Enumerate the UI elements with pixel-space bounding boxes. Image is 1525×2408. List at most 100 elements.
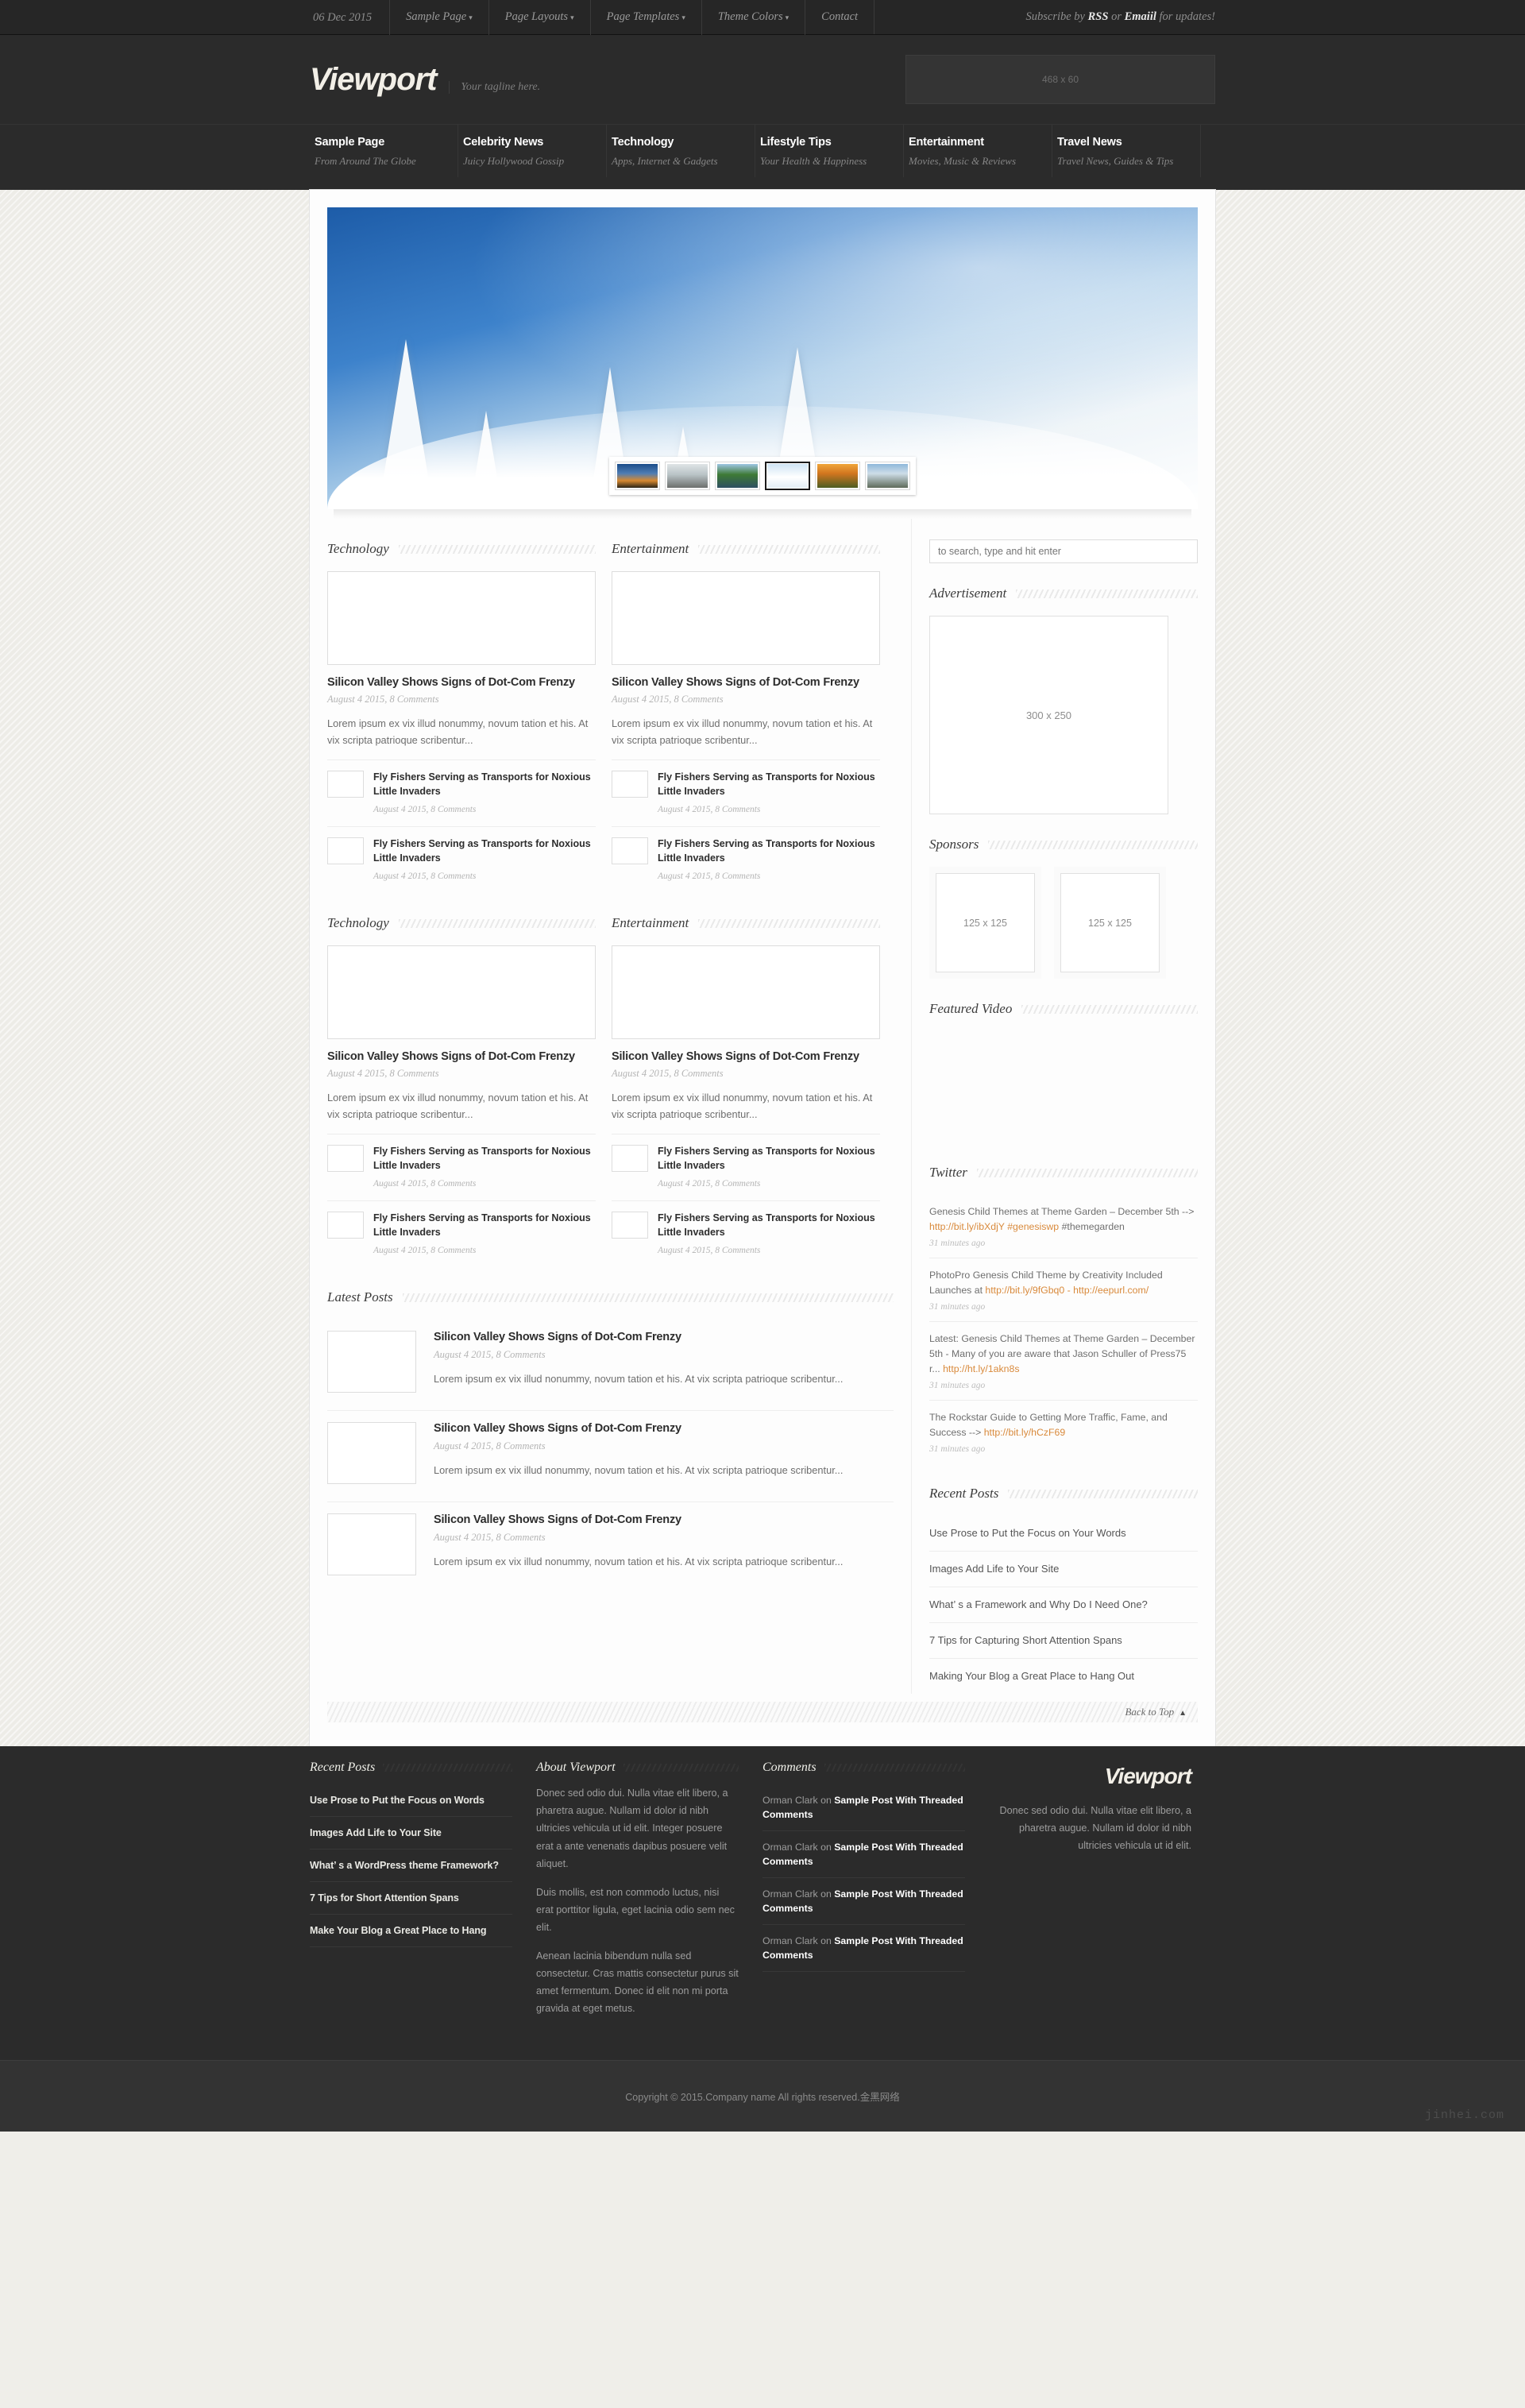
top-menu-item-0[interactable]: Sample Page ▾ [390, 0, 489, 35]
section-title: Technology [327, 541, 389, 556]
section-header: Technology [327, 915, 596, 931]
recent-post-link[interactable]: What’ s a Framework and Why Do I Need On… [929, 1598, 1148, 1610]
footer-recent-link[interactable]: What’ s a WordPress theme Framework? [310, 1860, 499, 1871]
latest-posts-header: Latest Posts [327, 1289, 894, 1305]
tweet-link[interactable]: http://bit.ly/hCzF69 [984, 1427, 1066, 1438]
title-rule [976, 1168, 1198, 1177]
header-banner-ad[interactable]: 468 x 60 [905, 55, 1215, 104]
recent-post-link[interactable]: Making Your Blog a Great Place to Hang O… [929, 1670, 1134, 1682]
mini-post-title[interactable]: Fly Fishers Serving as Transports for No… [658, 1145, 880, 1173]
footer-logo[interactable]: Viewport [989, 1764, 1192, 1789]
nav-item-sample-page[interactable]: Sample Page From Around The Globe [310, 125, 458, 177]
feature-thumbnail[interactable] [327, 571, 596, 665]
top-menu-item-1[interactable]: Page Layouts ▾ [489, 0, 591, 35]
nav-item-travel-news[interactable]: Travel News Travel News, Guides & Tips [1052, 125, 1201, 177]
latest-post-title[interactable]: Silicon Valley Shows Signs of Dot-Com Fr… [434, 1513, 894, 1526]
mini-post-title[interactable]: Fly Fishers Serving as Transports for No… [373, 1145, 596, 1173]
section-heading-row: Technology Entertainment [327, 519, 894, 571]
footer-recent-link[interactable]: 7 Tips for Short Attention Spans [310, 1892, 459, 1904]
email-link[interactable]: Emaiil [1125, 10, 1156, 23]
footer-recent-link[interactable]: Make Your Blog a Great Place to Hang [310, 1925, 486, 1936]
slider-thumbnail-1[interactable] [665, 462, 710, 490]
mini-post-thumbnail[interactable] [612, 771, 648, 798]
mini-post-title[interactable]: Fly Fishers Serving as Transports for No… [658, 837, 880, 865]
tweet-link[interactable]: http://ht.ly/1akn8s [943, 1363, 1019, 1374]
mini-post-title[interactable]: Fly Fishers Serving as Transports for No… [373, 837, 596, 865]
feature-thumbnail[interactable] [612, 571, 880, 665]
featured-slider[interactable] [310, 190, 1215, 509]
slider-thumbnail-3[interactable] [765, 462, 810, 490]
feature-thumbnail[interactable] [612, 945, 880, 1040]
recent-post-link[interactable]: Images Add Life to Your Site [929, 1563, 1059, 1575]
footer-recent-link[interactable]: Images Add Life to Your Site [310, 1827, 442, 1838]
tweet-text: PhotoPro Genesis Child Theme by Creativi… [929, 1268, 1198, 1298]
latest-posts-title: Latest Posts [327, 1289, 393, 1305]
search-input[interactable] [929, 539, 1198, 563]
latest-post-thumbnail[interactable] [327, 1513, 416, 1576]
slider-thumbnail-0[interactable] [615, 462, 660, 490]
slider-thumbnail-5[interactable] [865, 462, 910, 490]
tweet-link[interactable]: http://bit.ly/9fGbq0 - http://eepurl.com… [985, 1285, 1149, 1296]
mini-post-title[interactable]: Fly Fishers Serving as Transports for No… [373, 771, 596, 798]
rss-link[interactable]: RSS [1088, 10, 1109, 23]
latest-post-title[interactable]: Silicon Valley Shows Signs of Dot-Com Fr… [434, 1331, 894, 1343]
watermark-text: jinhei.com [1424, 2108, 1504, 2122]
latest-post-thumbnail[interactable] [327, 1331, 416, 1393]
mini-post-thumbnail[interactable] [612, 1212, 648, 1239]
chevron-down-icon: ▾ [681, 14, 685, 21]
latest-post-excerpt: Lorem ipsum ex vix illud nonummy, novum … [434, 1556, 844, 1568]
mini-post-title[interactable]: Fly Fishers Serving as Transports for No… [373, 1212, 596, 1239]
sidebar-ad-300x250[interactable]: 300 x 250 [929, 616, 1168, 814]
latest-post-title[interactable]: Silicon Valley Shows Signs of Dot-Com Fr… [434, 1422, 894, 1435]
feature-post-title[interactable]: Silicon Valley Shows Signs of Dot-Com Fr… [327, 676, 596, 689]
feature-block: Silicon Valley Shows Signs of Dot-Com Fr… [612, 571, 880, 893]
recent-post-link[interactable]: 7 Tips for Capturing Short Attention Spa… [929, 1634, 1122, 1646]
mini-post-thumbnail[interactable] [327, 1145, 364, 1173]
tweet-item-3: The Rockstar Guide to Getting More Traff… [929, 1401, 1198, 1463]
brand[interactable]: Viewport Your tagline here. [310, 62, 540, 98]
mini-post-title[interactable]: Fly Fishers Serving as Transports for No… [658, 1212, 880, 1239]
site-footer: Recent Posts Use Prose to Put the Focus … [0, 1746, 1525, 2060]
mini-post-thumbnail[interactable] [327, 837, 364, 865]
slider-thumbnail-strip[interactable] [609, 457, 916, 495]
subscribe-suffix: for updates! [1156, 10, 1215, 23]
slider-main-image[interactable] [327, 207, 1198, 509]
featured-video-player[interactable] [929, 1031, 1198, 1142]
footer-comments-widget: Comments Orman Clark on Sample Post With… [762, 1761, 989, 2027]
top-menu-item-2[interactable]: Page Templates ▾ [591, 0, 702, 35]
site-logo[interactable]: Viewport [310, 62, 437, 98]
mini-post-title[interactable]: Fly Fishers Serving as Transports for No… [658, 771, 880, 798]
mini-post-thumbnail[interactable] [327, 771, 364, 798]
top-menu-item-3[interactable]: Theme Colors ▾ [702, 0, 806, 35]
thumb-snow-trees [767, 464, 808, 488]
mini-post-thumbnail[interactable] [612, 1145, 648, 1173]
mini-post-thumbnail[interactable] [612, 837, 648, 865]
title-rule [623, 1764, 739, 1772]
section-header: Technology [327, 541, 596, 557]
mini-post-thumbnail[interactable] [327, 1212, 364, 1239]
feature-thumbnail[interactable] [327, 945, 596, 1040]
nav-item-celebrity-news[interactable]: Celebrity News Juicy Hollywood Gossip [458, 125, 607, 177]
footer-recent-link[interactable]: Use Prose to Put the Focus on Words [310, 1795, 485, 1806]
feature-post-excerpt: Lorem ipsum ex vix illud nonummy, novum … [327, 717, 589, 747]
latest-post-thumbnail[interactable] [327, 1422, 416, 1485]
nav-item-lifestyle-tips[interactable]: Lifestyle Tips Your Health & Happiness [755, 125, 904, 177]
footer-about-paragraph-0: Donec sed odio dui. Nulla vitae elit lib… [536, 1788, 728, 1869]
nav-item-entertainment[interactable]: Entertainment Movies, Music & Reviews [904, 125, 1052, 177]
slider-thumbnail-2[interactable] [715, 462, 760, 490]
nav-item-technology[interactable]: Technology Apps, Internet & Gadgets [607, 125, 755, 177]
slider-thumbnail-4[interactable] [815, 462, 860, 490]
tweet-link[interactable]: http://bit.ly/ibXdjY #genesiswp [929, 1221, 1059, 1232]
feature-post-title[interactable]: Silicon Valley Shows Signs of Dot-Com Fr… [327, 1050, 596, 1063]
sidebar: Advertisement 300 x 250 Sponsors 125 x 1… [911, 519, 1198, 1695]
sponsor-slot-1[interactable]: 125 x 125 [1054, 867, 1166, 979]
tweet-item-2: Latest: Genesis Child Themes at Theme Ga… [929, 1322, 1198, 1401]
top-menu-label: Page Templates [606, 10, 680, 23]
sponsor-slot-0[interactable]: 125 x 125 [929, 867, 1041, 979]
feature-post-title[interactable]: Silicon Valley Shows Signs of Dot-Com Fr… [612, 1050, 880, 1063]
top-menu-item-4[interactable]: Contact [805, 0, 875, 34]
back-to-top-link[interactable]: Back to Top ▲ [1125, 1706, 1187, 1718]
feature-post-title[interactable]: Silicon Valley Shows Signs of Dot-Com Fr… [612, 676, 880, 689]
nav-item-title: Entertainment [909, 136, 984, 149]
recent-post-link[interactable]: Use Prose to Put the Focus on Your Words [929, 1527, 1126, 1539]
